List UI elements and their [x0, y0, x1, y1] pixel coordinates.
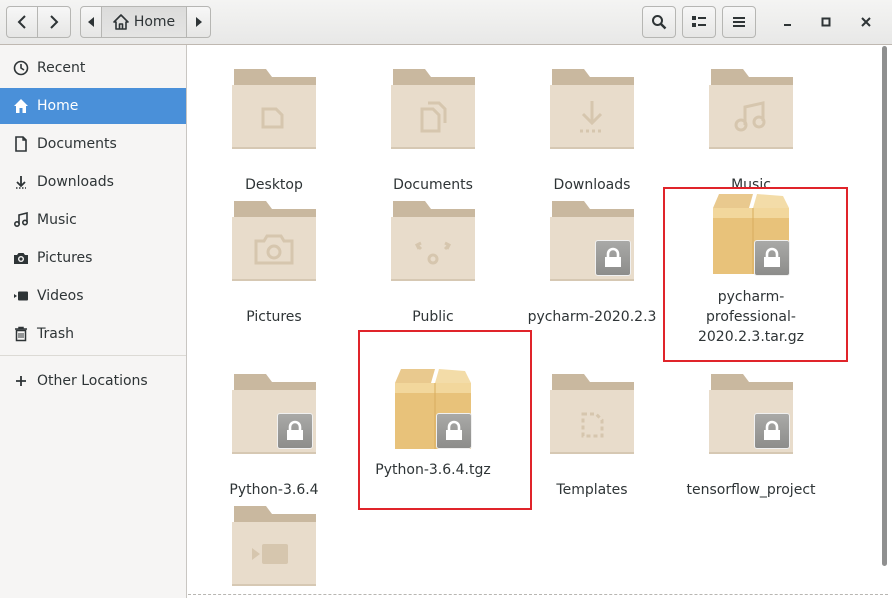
file-name: Pictures: [246, 309, 302, 325]
file-name: pycharm-2020.2.3: [527, 309, 657, 325]
minimize-icon: [784, 24, 791, 26]
sidebar-item-documents[interactable]: Documents: [0, 126, 186, 162]
file-name: Public: [412, 309, 454, 325]
file-item-music[interactable]: Music: [676, 65, 826, 195]
file-item-public[interactable]: Public: [358, 197, 508, 327]
list-view-icon: [692, 16, 706, 27]
home-icon: [13, 98, 29, 114]
camera-icon: [13, 250, 29, 266]
lock-emblem: [754, 413, 790, 449]
sidebar-item-pictures[interactable]: Pictures: [0, 240, 186, 276]
lock-icon: [764, 420, 780, 440]
view-bottom-edge: [188, 594, 888, 595]
document-icon: [13, 136, 29, 152]
hamburger-icon: [733, 17, 745, 27]
sidebar-item-home[interactable]: Home: [0, 88, 186, 124]
folder-icon: [709, 69, 793, 149]
triangle-right-icon: [195, 17, 202, 27]
sidebar-item-label: Documents: [37, 136, 117, 152]
path-scroll-left-button[interactable]: [80, 6, 102, 38]
file-name: Documents: [393, 177, 473, 193]
lock-emblem: [595, 240, 631, 276]
highlight-box: [663, 187, 848, 362]
sidebar: Recent Home Documents Downloads Music Pi…: [0, 45, 187, 598]
file-name: tensorflow_project: [686, 482, 816, 498]
folder-icon: [550, 69, 634, 149]
file-name: Templates: [556, 482, 628, 498]
menu-button[interactable]: [722, 6, 756, 38]
sidebar-item-label: Home: [37, 98, 79, 114]
path-scroll-right-button[interactable]: [186, 6, 211, 38]
video-icon: [13, 288, 29, 304]
folder-icon: [550, 374, 634, 454]
sidebar-divider: [0, 355, 186, 356]
folder-icon: [232, 506, 316, 586]
sidebar-item-recent[interactable]: Recent: [0, 50, 186, 86]
sidebar-item-downloads[interactable]: Downloads: [0, 164, 186, 200]
file-item-pycharm-folder[interactable]: pycharm-2020.2.3: [517, 197, 667, 327]
file-item-templates[interactable]: Templates: [517, 370, 667, 500]
file-item-tensorflow-project[interactable]: tensorflow_project: [676, 370, 826, 500]
triangle-left-icon: [88, 17, 94, 27]
download-icon: [13, 174, 29, 190]
folder-icon: [232, 69, 316, 149]
file-item-documents[interactable]: Documents: [358, 65, 508, 195]
file-item-downloads[interactable]: Downloads: [517, 65, 667, 195]
highlight-box: [358, 330, 532, 510]
plus-icon: [13, 373, 29, 389]
home-icon: [113, 14, 129, 30]
sidebar-item-label: Trash: [37, 326, 74, 342]
close-icon: [861, 17, 871, 27]
sidebar-item-label: Videos: [37, 288, 84, 304]
path-label: Home: [133, 14, 176, 30]
lock-icon: [605, 247, 621, 267]
sidebar-item-label: Pictures: [37, 250, 93, 266]
close-button[interactable]: [854, 10, 878, 34]
lock-icon: [287, 420, 303, 440]
folder-icon: [391, 201, 475, 281]
file-name: Python-3.6.4: [229, 482, 319, 498]
lock-emblem: [277, 413, 313, 449]
trash-icon: [13, 326, 29, 342]
clock-icon: [13, 60, 29, 76]
sidebar-item-videos[interactable]: Videos: [0, 278, 186, 314]
sidebar-item-music[interactable]: Music: [0, 202, 186, 238]
sidebar-item-trash[interactable]: Trash: [0, 316, 186, 352]
chevron-right-icon: [50, 15, 59, 29]
file-item-pictures[interactable]: Pictures: [199, 197, 349, 327]
path-home-button[interactable]: Home: [101, 6, 187, 38]
maximize-icon: [821, 17, 831, 27]
file-item-python-folder[interactable]: Python-3.6.4: [199, 370, 349, 500]
vertical-scrollbar[interactable]: [880, 46, 888, 566]
chevron-left-icon: [17, 15, 26, 29]
folder-icon: [232, 201, 316, 281]
scrollbar-thumb[interactable]: [882, 46, 887, 566]
sidebar-item-label: Recent: [37, 60, 86, 76]
sidebar-item-other-locations[interactable]: Other Locations: [0, 363, 186, 399]
sidebar-item-label: Music: [37, 212, 77, 228]
folder-icon: [391, 69, 475, 149]
file-item-videos[interactable]: [199, 502, 349, 598]
minimize-button[interactable]: [776, 10, 800, 34]
sidebar-item-label: Downloads: [37, 174, 114, 190]
view-mode-button[interactable]: [682, 6, 716, 38]
sidebar-item-label: Other Locations: [37, 373, 148, 389]
maximize-button[interactable]: [814, 10, 838, 34]
file-name: Desktop: [245, 177, 303, 193]
header-bar: Home: [0, 0, 892, 45]
search-button[interactable]: [642, 6, 676, 38]
forward-button[interactable]: [37, 6, 71, 38]
file-item-desktop[interactable]: Desktop: [199, 65, 349, 195]
back-button[interactable]: [6, 6, 38, 38]
music-icon: [13, 212, 29, 228]
file-name: Downloads: [553, 177, 631, 193]
search-icon: [652, 15, 667, 30]
